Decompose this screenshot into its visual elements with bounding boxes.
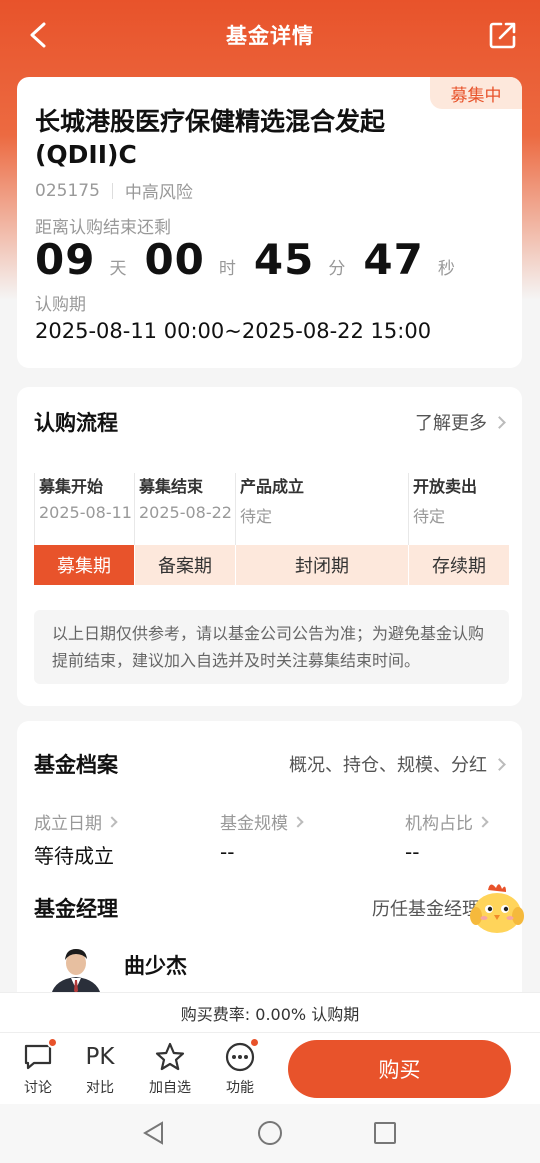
chat-bubble-icon (22, 1037, 58, 1073)
star-icon (154, 1041, 186, 1073)
nav-recents-icon[interactable] (372, 1120, 398, 1146)
subscription-process-card: 认购流程 了解更多 募集开始 2025-08-11 募集结束 2025-08-2… (17, 387, 522, 706)
countdown-timer: 09 天 00 时 45 分 47 秒 (35, 235, 473, 284)
countdown-minutes-unit: 分 (328, 259, 346, 279)
functions-button[interactable]: 功能 (214, 1037, 266, 1101)
process-title: 认购流程 (34, 411, 118, 435)
step-product-established: 产品成立 待定 (235, 469, 408, 551)
step-title: 产品成立 (240, 477, 305, 496)
add-watchlist-label: 加自选 (149, 1080, 191, 1096)
divider (134, 473, 135, 551)
manager-avatar[interactable] (47, 943, 105, 995)
pk-icon: PK (85, 1044, 115, 1070)
divider (408, 473, 409, 551)
stat-label: 基金规模 (220, 814, 288, 834)
chicken-mascot-icon[interactable] (466, 880, 528, 938)
countdown-days-unit: 天 (109, 259, 127, 279)
phase-filing: 备案期 (134, 545, 235, 585)
manager-name[interactable]: 曲少杰 (124, 950, 187, 980)
stat-value: -- (220, 840, 235, 864)
subscription-period-label: 认购期 (35, 295, 86, 315)
profile-links-label: 概况、持仓、规模、分红 (289, 755, 487, 776)
phase-ongoing: 存续期 (408, 545, 509, 585)
fund-code: 025175 (35, 180, 100, 201)
past-managers-label: 历任基金经理 (372, 899, 480, 920)
phase-bar: 募集期 备案期 封闭期 存续期 (34, 545, 509, 585)
back-arrow-icon[interactable] (24, 20, 52, 50)
step-fundraising-end: 募集结束 2025-08-22 (134, 469, 235, 551)
discuss-button[interactable]: 讨论 (12, 1037, 64, 1101)
step-title: 开放卖出 (413, 477, 478, 496)
fund-meta: 025175 中高风险 (35, 178, 193, 204)
stat-value: -- (405, 840, 420, 864)
more-dots-icon (224, 1037, 260, 1073)
manager-title: 基金经理 (34, 897, 118, 921)
buy-button[interactable]: 购买 (288, 1040, 511, 1098)
system-nav-bar (0, 1104, 540, 1163)
top-bar: 基金详情 (0, 0, 540, 70)
countdown-hours: 00 (144, 235, 205, 284)
phase-fundraising: 募集期 (34, 545, 134, 585)
stat-value: 等待成立 (34, 844, 114, 868)
profile-title: 基金档案 (34, 753, 118, 777)
step-fundraising-start: 募集开始 2025-08-11 (34, 469, 134, 551)
step-date: 2025-08-11 (39, 503, 132, 522)
past-managers-link[interactable]: 历任基金经理 (372, 895, 480, 921)
stat-establish-date[interactable]: 成立日期 等待成立 (34, 809, 118, 869)
risk-level: 中高风险 (124, 183, 193, 203)
countdown-hours-unit: 时 (218, 259, 236, 279)
step-open-for-sale: 开放卖出 待定 (408, 469, 509, 551)
disclaimer-notice: 以上日期仅供参考，请以基金公司公告为准；为避免基金认购提前结束，建议加入自选并及… (34, 610, 509, 684)
status-badge: 募集中 (430, 77, 522, 109)
step-date: 2025-08-22 (139, 503, 232, 522)
chevron-right-icon (106, 815, 118, 828)
learn-more-label: 了解更多 (415, 413, 487, 434)
stat-fund-size[interactable]: 基金规模 -- (220, 809, 304, 864)
nav-back-icon[interactable] (141, 1120, 167, 1146)
divider (34, 473, 35, 551)
countdown-days: 09 (35, 235, 96, 284)
nav-home-icon[interactable] (257, 1120, 283, 1146)
chevron-right-icon (292, 815, 304, 828)
add-watchlist-button[interactable]: 加自选 (144, 1041, 196, 1101)
chevron-right-icon (493, 415, 506, 429)
profile-links[interactable]: 概况、持仓、规模、分红 (289, 751, 506, 777)
fee-text: 购买费率: 0.00% 认购期 (180, 1004, 360, 1024)
countdown-seconds: 47 (363, 235, 424, 284)
step-title: 募集开始 (39, 477, 104, 496)
discuss-label: 讨论 (24, 1080, 52, 1096)
notification-dot (47, 1037, 58, 1048)
divider (111, 182, 113, 199)
fund-name: 长城港股医疗保健精选混合发起(QDII)C (35, 107, 386, 169)
divider (235, 473, 236, 551)
subscription-period-value: 2025-08-11 00:00~2025-08-22 15:00 (35, 319, 432, 343)
bottom-action-bar: 讨论 PK 对比 加自选 功能 购买 (0, 1032, 540, 1104)
chevron-right-icon (477, 815, 489, 828)
stat-institution-ratio[interactable]: 机构占比 -- (405, 809, 489, 864)
compare-button[interactable]: PK 对比 (74, 1041, 126, 1101)
fund-summary-card: 募集中 长城港股医疗保健精选混合发起(QDII)C 025175 中高风险 距离… (17, 77, 522, 368)
countdown-seconds-unit: 秒 (437, 259, 455, 279)
fund-profile-card: 基金档案 概况、持仓、规模、分红 成立日期 等待成立 基金规模 -- 机构占比 … (17, 721, 522, 1011)
phase-closed: 封闭期 (235, 545, 408, 585)
countdown-minutes: 45 (253, 235, 315, 284)
stat-label: 机构占比 (405, 814, 473, 834)
fee-info-bar: 购买费率: 0.00% 认购期 (0, 992, 540, 1032)
step-date: 待定 (413, 507, 446, 526)
notification-dot (249, 1037, 260, 1048)
page-title: 基金详情 (226, 24, 314, 48)
stat-label: 成立日期 (34, 814, 102, 834)
learn-more-link[interactable]: 了解更多 (415, 409, 506, 435)
functions-label: 功能 (226, 1080, 254, 1096)
step-title: 募集结束 (139, 477, 204, 496)
chevron-right-icon (493, 757, 506, 771)
share-icon[interactable] (488, 20, 518, 50)
step-date: 待定 (240, 507, 273, 526)
compare-label: 对比 (86, 1080, 114, 1096)
